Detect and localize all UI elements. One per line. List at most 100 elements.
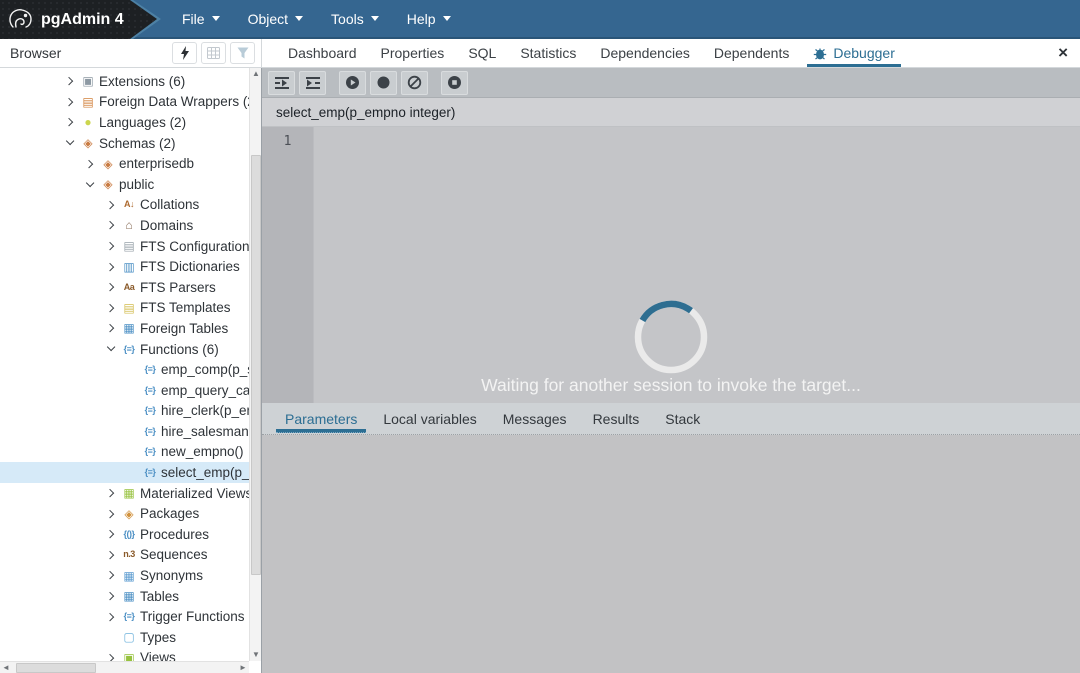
tree-item-languages[interactable]: ● Languages (2) [0,112,250,133]
lightning-icon [180,46,189,60]
tree-item-schemas[interactable]: ◈ Schemas (2) [0,133,250,154]
tree-item-functions[interactable]: {≡} Functions (6) [0,339,250,360]
chevron-right-icon[interactable] [103,305,120,311]
step-into-button[interactable] [268,70,295,95]
chevron-right-icon[interactable] [103,202,120,208]
continue-button[interactable] [339,70,366,95]
tree-item-select-emp[interactable]: {≡} select_emp(p_em [0,462,250,483]
chevron-right-icon[interactable] [103,264,120,270]
chevron-right-icon[interactable] [62,119,79,125]
tree-item-tables[interactable]: ▦ Tables [0,586,250,607]
chevron-right-icon[interactable] [62,78,79,84]
chevron-right-icon[interactable] [103,222,120,228]
grid-button[interactable] [201,42,226,64]
tab-debugger[interactable]: Debugger [801,39,907,67]
toggle-breakpoint-button[interactable] [370,70,397,95]
tree-item-procedures[interactable]: {()} Procedures [0,524,250,545]
tree-item-types[interactable]: ▢ Types [0,627,250,648]
chevron-right-icon[interactable] [103,511,120,517]
debugger-code-editor[interactable]: 1 Waiting for another session to invoke … [262,127,1080,403]
tables-icon: ▦ [123,589,135,604]
chevron-right-icon[interactable] [103,552,120,558]
chevron-down-icon [442,16,451,21]
tree-item-emp-query-calle[interactable]: {≡} emp_query_calle [0,380,250,401]
chevron-right-icon[interactable] [103,325,120,331]
chevron-right-icon[interactable] [103,284,120,290]
chevron-right-icon[interactable] [103,531,120,537]
tab-dependents[interactable]: Dependents [702,39,802,67]
tab-stack[interactable]: Stack [652,403,713,434]
tree-item-foreign-data-wrappers[interactable]: ▤ Foreign Data Wrappers (2) [0,92,250,113]
chevron-down-icon[interactable] [62,141,79,144]
tree-item-collations[interactable]: A↓ Collations [0,195,250,216]
tab-sql[interactable]: SQL [456,39,508,67]
tab-messages[interactable]: Messages [490,403,580,434]
tab-dependencies[interactable]: Dependencies [588,39,702,67]
chevron-right-icon[interactable] [82,161,99,167]
menu-help[interactable]: Help [397,7,461,31]
tree-item-extensions[interactable]: ▣ Extensions (6) [0,71,250,92]
close-icon[interactable]: × [1058,43,1068,63]
chevron-right-icon[interactable] [103,572,120,578]
tree-item-domains[interactable]: ⌂ Domains [0,215,250,236]
tree-item-emp-comp[interactable]: {≡} emp_comp(p_sa [0,359,250,380]
chevron-right-icon[interactable] [103,490,120,496]
tree-item-label: Procedures [140,526,210,542]
scroll-down-icon[interactable]: ▼ [250,649,261,661]
tab-parameters[interactable]: Parameters [272,403,370,434]
tree-item-sequences[interactable]: n.3 Sequences [0,545,250,566]
scroll-up-icon[interactable]: ▲ [250,68,261,80]
browser-panel-title: Browser [10,45,62,61]
tree-item-new-empno[interactable]: {≡} new_empno() [0,442,250,463]
menu-tools[interactable]: Tools [321,7,389,31]
tree-item-packages[interactable]: ◈ Packages [0,503,250,524]
tab-results[interactable]: Results [580,403,653,434]
chevron-right-icon[interactable] [62,99,79,105]
tree-vertical-scrollbar[interactable]: ▲ ▼ [249,68,261,661]
tree-horizontal-scrollbar-thumb[interactable] [16,663,96,673]
step-into-icon [274,76,289,89]
tree-item-fts-templates[interactable]: ▤ FTS Templates [0,298,250,319]
scroll-right-icon[interactable]: ► [237,662,249,673]
lightning-button[interactable] [172,42,197,64]
stop-icon [448,76,461,89]
tree-item-fts-dictionaries[interactable]: ▥ FTS Dictionaries [0,256,250,277]
chevron-right-icon[interactable] [103,614,120,620]
tree-item-label: Tables [140,588,180,604]
tree-item-hire-salesman[interactable]: {≡} hire_salesman(p_ [0,421,250,442]
foreign-data-wrappers-icon: ▤ [82,94,94,109]
tab-statistics[interactable]: Statistics [508,39,588,67]
tree-horizontal-scrollbar[interactable]: ◄ ► [0,661,249,673]
tree-item-trigger-functions[interactable]: {≡} Trigger Functions [0,606,250,627]
clear-breakpoints-button[interactable] [401,70,428,95]
menu-file[interactable]: File [172,7,230,31]
tab-dashboard[interactable]: Dashboard [276,39,369,67]
filter-button[interactable] [230,42,255,64]
chevron-right-icon[interactable] [103,593,120,599]
tree-item-public[interactable]: ◈ public [0,174,250,195]
tree-item-hire-clerk[interactable]: {≡} hire_clerk(p_ena [0,401,250,422]
tree-item-label: Types [140,629,177,645]
scroll-left-icon[interactable]: ◄ [0,662,12,673]
chevron-down-icon[interactable] [82,183,99,186]
tree-item-fts-parsers[interactable]: Aa FTS Parsers [0,277,250,298]
chevron-down-icon[interactable] [103,347,120,350]
schema-icon: ◈ [83,136,93,151]
tree-item-label: Synonyms [140,568,204,584]
tree-item-label: public [119,176,155,192]
tab-debugger-label: Debugger [833,45,895,61]
tree-item-synonyms[interactable]: ▦ Synonyms [0,565,250,586]
stop-button[interactable] [441,70,468,95]
menubar: File Object Tools Help [172,7,461,31]
step-over-button[interactable] [299,70,326,95]
tree-vertical-scrollbar-thumb[interactable] [251,155,261,575]
tree-item-materialized-views[interactable]: ▦ Materialized Views [0,483,250,504]
menu-object[interactable]: Object [238,7,313,31]
tab-properties-label: Properties [380,45,445,61]
tree-item-enterprisedb[interactable]: ◈ enterprisedb [0,153,250,174]
tab-local-variables[interactable]: Local variables [370,403,489,434]
tree-item-foreign-tables[interactable]: ▦ Foreign Tables [0,318,250,339]
tree-item-fts-configurations[interactable]: ▤ FTS Configurations [0,236,250,257]
tab-properties[interactable]: Properties [369,39,457,67]
chevron-right-icon[interactable] [103,243,120,249]
